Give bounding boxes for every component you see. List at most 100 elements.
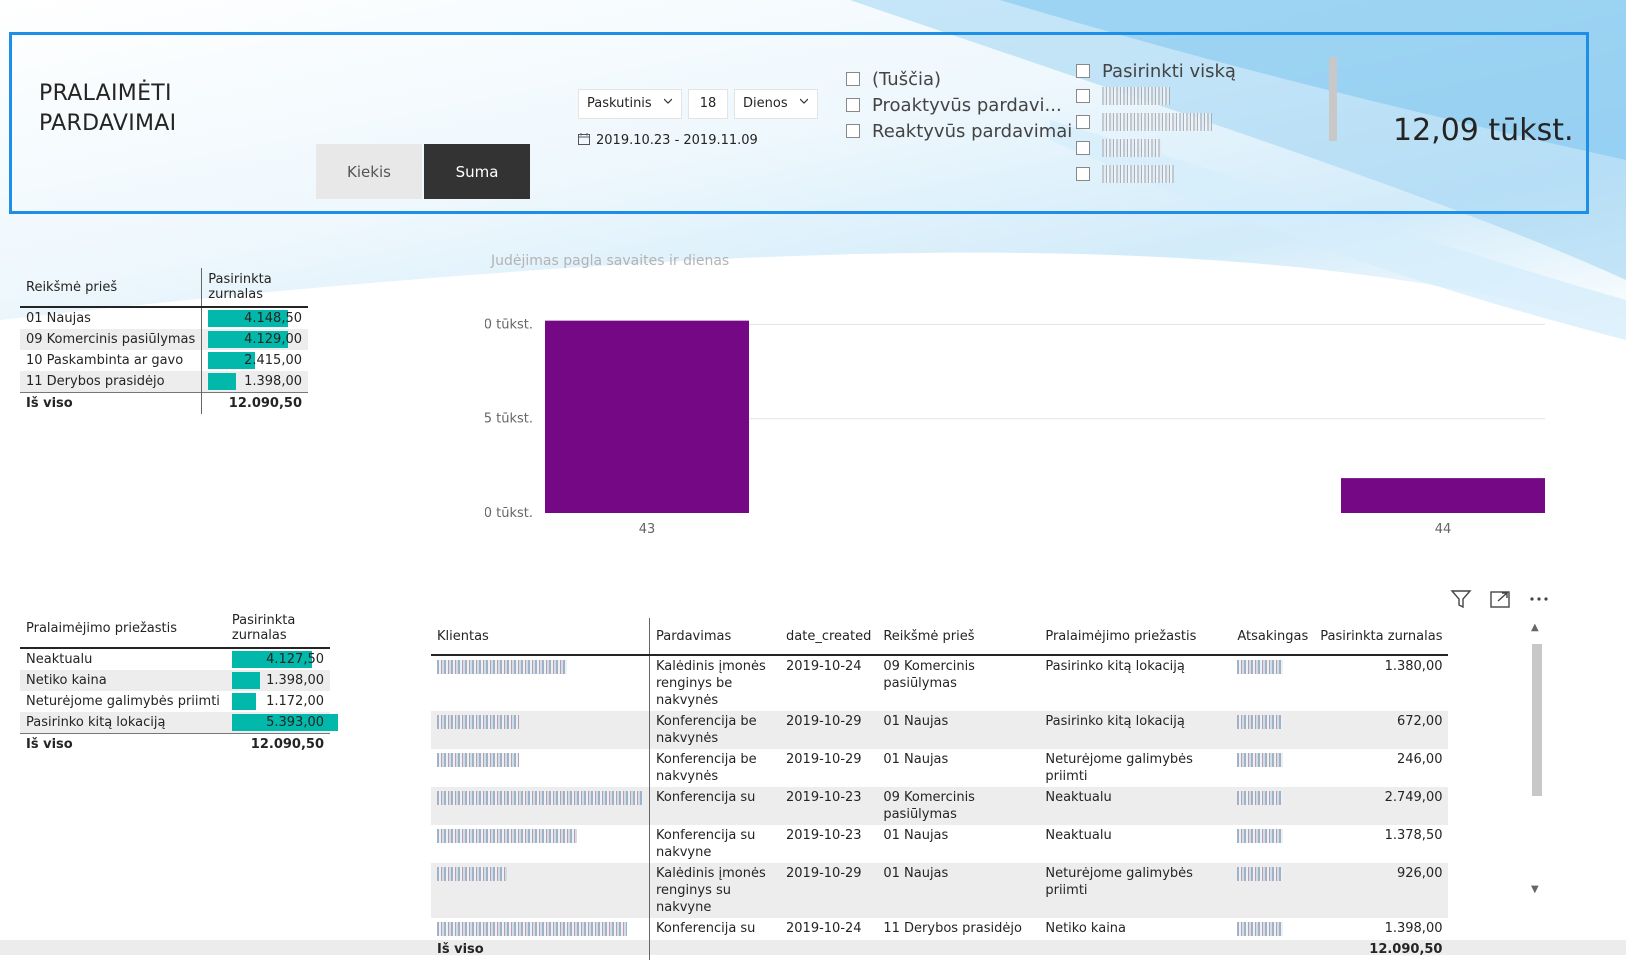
reason-cell: Pasirinko kitą lokaciją [1039, 711, 1232, 749]
detail-table-scrollbar[interactable]: ▲ ▼ [1529, 618, 1545, 900]
checkbox-icon[interactable] [1076, 167, 1090, 181]
column-header[interactable]: Pasirinkta zurnalas [225, 609, 330, 649]
client-cell [431, 655, 650, 711]
reason-cell: Netiko kaina [1045, 921, 1127, 936]
column-header[interactable]: Reikšmė prieš [20, 268, 202, 308]
scroll-up-icon[interactable]: ▲ [1531, 622, 1539, 633]
table-row[interactable]: 01 Naujas 4.148,50 [20, 307, 308, 329]
reason-value: 4.127,50 [266, 652, 324, 667]
reason-label: Pasirinko kitą lokaciją [20, 712, 226, 734]
data-bar [231, 693, 256, 710]
owner-option[interactable] [1076, 112, 1212, 133]
table-row[interactable]: 11 Derybos prasidėjo 1.398,00 [20, 371, 308, 393]
date-mode-value: Paskutinis [587, 96, 652, 111]
column-header[interactable]: Pralaimėjimo priežastis [20, 609, 226, 649]
empty-cell [877, 939, 1039, 960]
date-range: 2019.10.23 - 2019.11.09 [578, 133, 758, 148]
chart-title: Judėjimas pagla savaites ir dienas [491, 253, 730, 269]
checkbox-icon[interactable] [1076, 141, 1090, 155]
bar[interactable] [1341, 478, 1545, 513]
redacted-client [437, 921, 627, 936]
reason-label: Neturėjome galimybės priimti [26, 694, 220, 709]
checkbox-icon[interactable] [846, 72, 860, 86]
column-header[interactable]: Pasirinkta zurnalas [1314, 618, 1449, 656]
total-label: Iš viso [20, 733, 226, 755]
table-row[interactable]: 09 Komercinis pasiūlymas 4.129,00 [20, 329, 308, 350]
suma-toggle-button[interactable]: Suma [424, 144, 530, 199]
value-cell: 672,00 [1314, 711, 1449, 749]
table-row[interactable]: Pasirinko kitą lokaciją 5.393,00 [20, 712, 338, 734]
table-row[interactable]: Kalėdinis įmonės renginys be nakvynės 20… [431, 655, 1448, 711]
table-row[interactable]: Konferencija su 2019-10-24 11 Derybos pr… [431, 918, 1448, 939]
column-header[interactable]: Reikšmė prieš [877, 618, 1040, 656]
total-value: 12.090,50 [225, 733, 330, 755]
table-row[interactable]: Konferencija be nakvynės 2019-10-29 01 N… [431, 711, 1449, 749]
empty-cell [780, 939, 877, 960]
y-tick-label: 5 tūkst. [485, 412, 533, 427]
type-option-proactive[interactable]: Proaktyvūs pardavi... [846, 95, 1062, 116]
column-header[interactable]: Pralaimėjimo priežastis [1039, 618, 1232, 656]
owner-option[interactable] [1076, 138, 1162, 159]
column-header[interactable]: Pasirinkta zurnalas [201, 268, 308, 308]
owner-cell [1231, 787, 1315, 825]
redacted-owner-name [1102, 87, 1170, 105]
scroll-down-icon[interactable]: ▼ [1531, 884, 1539, 895]
data-bar [231, 672, 260, 689]
empty-cell [1039, 939, 1231, 960]
date-unit-dropdown[interactable]: Dienos [734, 89, 818, 119]
stage-cell: 01 Naujas [883, 828, 949, 843]
checkbox-icon[interactable] [846, 98, 860, 112]
type-option-reactive[interactable]: Reaktyvūs pardavimai [846, 121, 1072, 142]
date-count-input[interactable]: 18 [688, 89, 728, 119]
bar[interactable] [545, 320, 749, 513]
total-value: 12.090,50 [1369, 942, 1443, 957]
table-row[interactable]: Neturėjome galimybės priimti 1.172,00 [20, 691, 330, 712]
value-cell: 1.378,50 [1384, 828, 1443, 843]
table-row[interactable]: Konferencija su nakvyne 2019-10-23 01 Na… [431, 825, 1448, 863]
chevron-down-icon [800, 98, 808, 104]
table-row[interactable]: 10 Paskambinta ar gavo 2.415,00 [20, 350, 308, 371]
table-row[interactable]: Neaktualu 4.127,50 [20, 648, 330, 670]
table-header: Reikšmė prieš Pasirinkta zurnalas [20, 268, 308, 308]
reason-label: Netiko kaina [20, 670, 226, 691]
reason-value-cell: 4.127,50 [226, 648, 330, 670]
owner-option[interactable] [1076, 86, 1170, 107]
table-row[interactable]: Netiko kaina 1.398,00 [20, 670, 330, 691]
table-row[interactable]: Konferencija be nakvynės 2019-10-29 01 N… [431, 749, 1448, 787]
table-row[interactable]: Konferencija su 2019-10-23 09 Komercinis… [431, 787, 1449, 825]
column-header[interactable]: Klientas [431, 618, 650, 656]
owner-select-all[interactable]: Pasirinkti viską [1076, 61, 1236, 82]
redacted-owner [1237, 790, 1284, 805]
y-tick-label: 10 tūkst. [485, 317, 533, 332]
checkbox-icon[interactable] [846, 124, 860, 138]
page-title: PRALAIMĖTI PARDAVIMAI [39, 79, 176, 139]
type-option-empty[interactable]: (Tuščia) [846, 69, 941, 90]
filter-icon[interactable] [1450, 588, 1472, 610]
table-total-row: Iš viso 12.090,50 [431, 939, 1448, 960]
checkbox-icon[interactable] [1076, 89, 1090, 103]
stage-cell: 01 Naujas [877, 711, 1040, 749]
table-row[interactable]: Kalėdinis įmonės renginys su nakvyne 201… [431, 863, 1449, 918]
stage-label: 10 Paskambinta ar gavo [26, 353, 184, 368]
more-options-icon[interactable] [1528, 588, 1550, 610]
checkbox-icon[interactable] [1076, 64, 1090, 78]
kiekis-toggle-button[interactable]: Kiekis [316, 144, 422, 199]
reason-cell: Pasirinko kitą lokaciją [1045, 659, 1185, 674]
checkbox-icon[interactable] [1076, 115, 1090, 129]
table-total-row: Iš viso 12.090,50 [20, 733, 330, 755]
redacted-owner [1237, 714, 1284, 729]
focus-mode-icon[interactable] [1489, 588, 1511, 610]
slicer-scrollbar[interactable] [1329, 57, 1337, 141]
column-header[interactable]: Atsakingas [1231, 618, 1315, 656]
owner-option[interactable] [1076, 164, 1174, 185]
redacted-owner [1237, 828, 1284, 843]
date-cell: 2019-10-23 [780, 787, 878, 825]
reason-cell: Neturėjome galimybės priimti [1039, 863, 1232, 918]
date-mode-dropdown[interactable]: Paskutinis [578, 89, 682, 119]
column-header[interactable]: date_created [780, 618, 878, 656]
weekly-bar-chart: 0 tūkst. 5 tūkst. 10 tūkst. 43 44 [485, 317, 1545, 537]
stage-cell: 09 Komercinis pasiūlymas [877, 787, 1040, 825]
scrollbar-thumb[interactable] [1532, 644, 1542, 796]
y-tick-label: 0 tūkst. [485, 506, 533, 521]
column-header[interactable]: Pardavimas [649, 618, 780, 656]
